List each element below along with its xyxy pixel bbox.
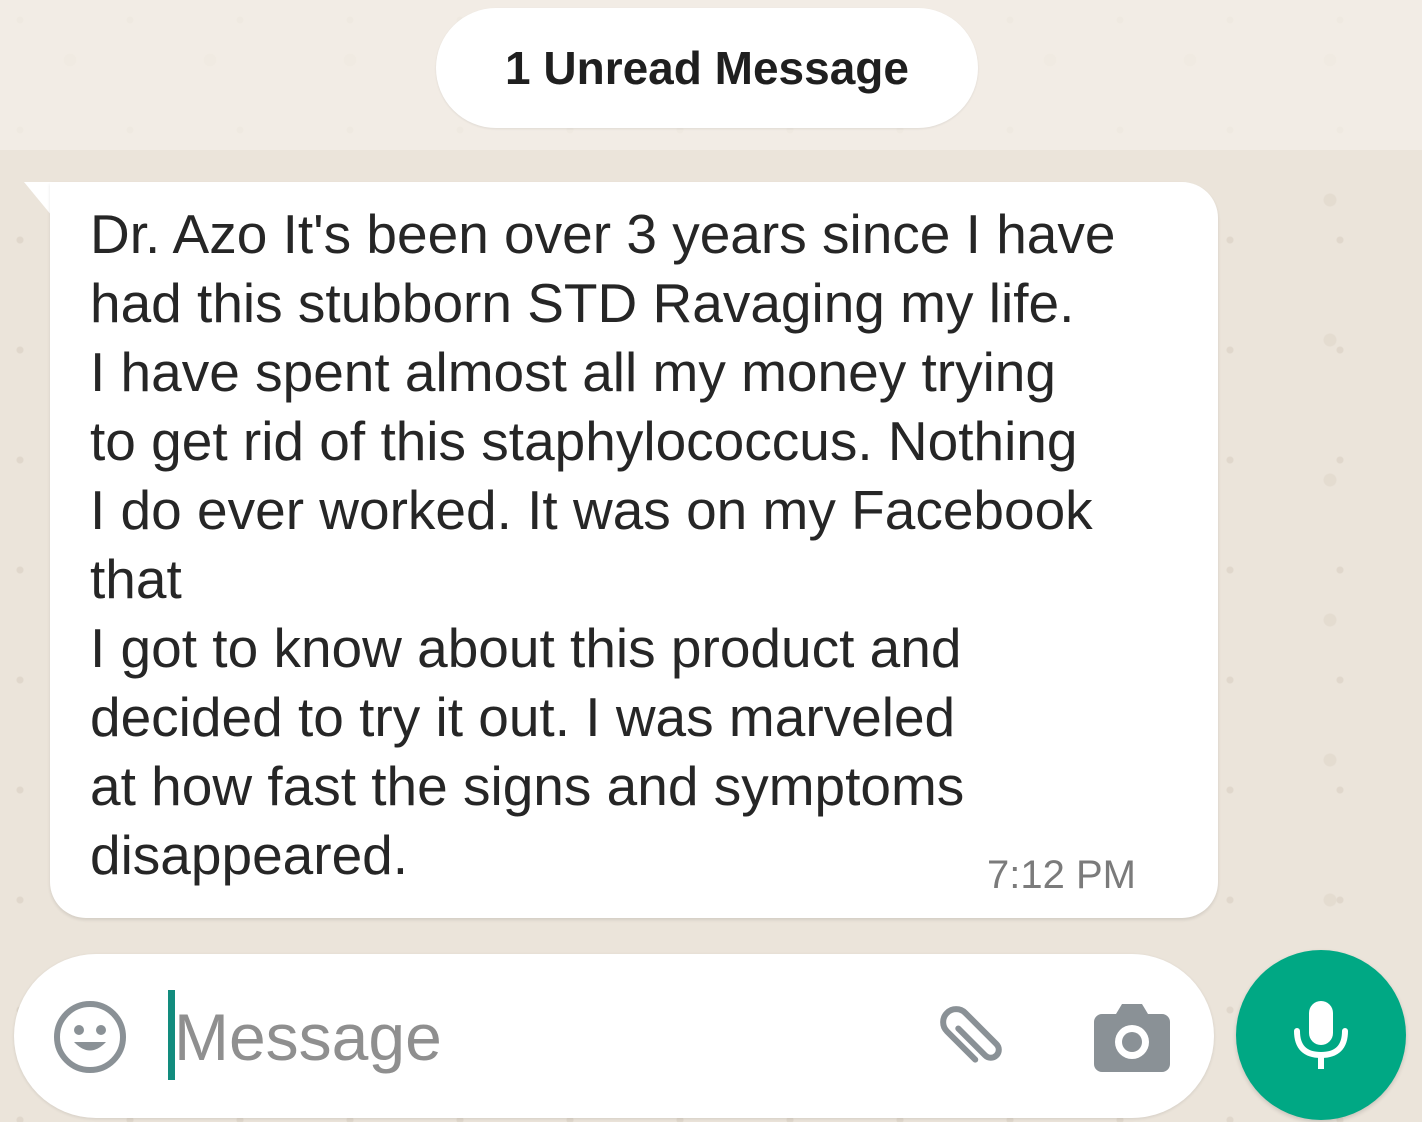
message-bubble-tail: [24, 182, 52, 216]
message-line: to get rid of this staphylococcus. Nothi…: [90, 410, 1078, 472]
message-composer: [14, 954, 1214, 1118]
emoji-icon: [54, 1001, 126, 1073]
message-line: I do ever worked. It was on my Facebook: [90, 479, 1093, 541]
message-input[interactable]: [172, 988, 876, 1086]
voice-record-button[interactable]: [1236, 950, 1406, 1120]
microphone-icon: [1294, 1001, 1348, 1069]
message-line: that: [90, 548, 182, 610]
message-line: decided to try it out. I was marveled: [90, 686, 956, 748]
emoji-button[interactable]: [52, 999, 128, 1075]
attach-button[interactable]: [928, 994, 1014, 1080]
message-timestamp: 7:12 PM: [987, 853, 1136, 897]
paperclip-icon: [940, 1006, 1002, 1063]
incoming-message-bubble[interactable]: Dr. Azo It's been over 3 years since I h…: [50, 182, 1218, 918]
camera-icon: [1094, 1004, 1170, 1072]
message-line: I have spent almost all my money trying: [90, 341, 1056, 403]
message-text: Dr. Azo It's been over 3 years since I h…: [90, 200, 1180, 890]
unread-messages-banner: 1 Unread Message: [436, 8, 978, 128]
message-line: Dr. Azo It's been over 3 years since I h…: [90, 203, 1116, 265]
unread-messages-label: 1 Unread Message: [505, 42, 909, 94]
message-line: had this stubborn STD Ravaging my life.: [90, 272, 1075, 334]
camera-button[interactable]: [1090, 996, 1174, 1080]
message-line: at how fast the signs and symptoms: [90, 755, 965, 817]
message-line: I got to know about this product and: [90, 617, 962, 679]
